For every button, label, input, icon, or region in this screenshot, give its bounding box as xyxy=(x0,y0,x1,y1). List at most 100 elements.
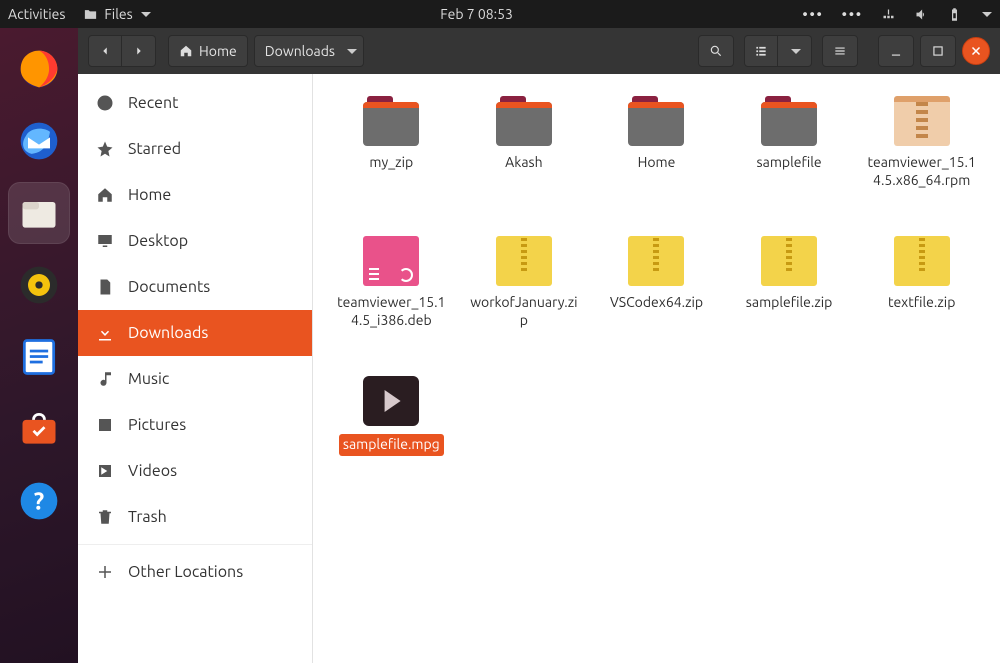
file-item[interactable]: samplefile.mpg xyxy=(325,372,458,512)
sidebar-item-videos[interactable]: Videos xyxy=(78,448,312,494)
pictures-icon xyxy=(96,416,114,434)
file-label: teamviewer_15.14.5_i386.deb xyxy=(336,294,446,329)
sidebar-item-home[interactable]: Home xyxy=(78,172,312,218)
thunderbird-icon xyxy=(17,119,61,163)
nav-back-button[interactable] xyxy=(88,35,122,67)
sidebar-item-music[interactable]: Music xyxy=(78,356,312,402)
sidebar-item-recent[interactable]: Recent xyxy=(78,80,312,126)
file-item[interactable]: workofJanuary.zip xyxy=(458,232,591,372)
system-menu-chevron-icon[interactable] xyxy=(982,12,992,17)
chevron-down-icon xyxy=(791,49,801,54)
path-bar: Home Downloads xyxy=(168,35,364,67)
chevron-right-icon xyxy=(132,44,146,58)
chevron-down-icon xyxy=(141,12,151,17)
file-item[interactable]: samplefile xyxy=(723,92,856,232)
desktop-icon xyxy=(96,232,114,250)
file-item[interactable]: my_zip xyxy=(325,92,458,232)
sidebar-item-label: Music xyxy=(128,370,169,388)
libreoffice-writer-icon xyxy=(17,335,61,379)
window-minimize-button[interactable] xyxy=(878,35,914,67)
appmenu-files[interactable]: Files xyxy=(83,6,150,22)
sidebar-other-locations[interactable]: Other Locations xyxy=(78,549,312,595)
sidebar-item-label: Videos xyxy=(128,462,177,480)
dock-files[interactable] xyxy=(12,186,66,240)
search-icon xyxy=(709,44,723,58)
maximize-icon xyxy=(931,44,945,58)
sidebar-item-trash[interactable]: Trash xyxy=(78,494,312,540)
file-label: workofJanuary.zip xyxy=(469,294,579,329)
gnome-topbar: Activities Files Feb 7 08:53 ••• ••• xyxy=(0,0,1000,28)
file-label: samplefile.zip xyxy=(746,294,833,312)
sidebar-item-label: Pictures xyxy=(128,416,186,434)
folder-icon xyxy=(83,7,98,22)
indicator-menu-2-icon[interactable]: ••• xyxy=(842,6,863,22)
file-label: Akash xyxy=(505,154,542,172)
sidebar-item-label: Starred xyxy=(128,140,181,158)
launcher-dock: ? xyxy=(0,28,78,663)
file-item[interactable]: VSCodex64.zip xyxy=(590,232,723,372)
close-icon xyxy=(970,45,982,57)
sidebar-item-label: Downloads xyxy=(128,324,208,342)
hamburger-button[interactable] xyxy=(822,35,858,67)
ubuntu-software-icon xyxy=(17,407,61,451)
window-maximize-button[interactable] xyxy=(920,35,956,67)
nav-forward-button[interactable] xyxy=(122,35,156,67)
sidebar-item-starred[interactable]: Starred xyxy=(78,126,312,172)
dock-thunderbird[interactable] xyxy=(12,114,66,168)
file-grid[interactable]: my_zipAkashHomesamplefileteamviewer_15.1… xyxy=(313,74,1000,663)
music-icon xyxy=(96,370,114,388)
home-icon xyxy=(179,44,193,58)
dock-software[interactable] xyxy=(12,402,66,456)
dock-firefox[interactable] xyxy=(12,42,66,96)
volume-icon[interactable] xyxy=(914,7,929,22)
activities-button[interactable]: Activities xyxy=(8,6,65,22)
plus-icon xyxy=(96,563,114,581)
sidebar-item-label: Documents xyxy=(128,278,210,296)
list-view-icon xyxy=(754,44,768,58)
sidebar-item-pictures[interactable]: Pictures xyxy=(78,402,312,448)
files-headerbar: Home Downloads xyxy=(78,28,1000,74)
path-downloads[interactable]: Downloads xyxy=(254,35,364,67)
view-options-button[interactable] xyxy=(778,35,812,67)
chevron-down-icon xyxy=(347,49,357,54)
file-label: VSCodex64.zip xyxy=(610,294,703,312)
sidebar-item-label: Trash xyxy=(128,508,167,526)
topbar-clock[interactable]: Feb 7 08:53 xyxy=(151,6,803,22)
search-button[interactable] xyxy=(698,35,734,67)
files-icon xyxy=(17,191,61,235)
battery-icon[interactable] xyxy=(947,7,962,22)
sidebar-item-documents[interactable]: Documents xyxy=(78,264,312,310)
places-sidebar: Recent Starred Home Desktop Documents Downloa… xyxy=(78,74,313,663)
minimize-icon xyxy=(889,44,903,58)
firefox-icon xyxy=(17,47,61,91)
download-icon xyxy=(96,324,114,342)
sidebar-item-desktop[interactable]: Desktop xyxy=(78,218,312,264)
sidebar-item-label: Recent xyxy=(128,94,178,112)
sidebar-item-label: Home xyxy=(128,186,171,204)
file-item[interactable]: Akash xyxy=(458,92,591,232)
sidebar-item-label: Desktop xyxy=(128,232,188,250)
file-item[interactable]: textfile.zip xyxy=(855,232,988,372)
path-home[interactable]: Home xyxy=(168,35,248,67)
dock-rhythmbox[interactable] xyxy=(12,258,66,312)
file-item[interactable]: Home xyxy=(590,92,723,232)
files-window: Home Downloads xyxy=(78,28,1000,663)
dock-help[interactable]: ? xyxy=(12,474,66,528)
sidebar-item-downloads[interactable]: Downloads xyxy=(78,310,312,356)
file-item[interactable]: teamviewer_15.14.5_i386.deb xyxy=(325,232,458,372)
home-icon xyxy=(96,186,114,204)
network-icon[interactable] xyxy=(881,7,896,22)
file-label: textfile.zip xyxy=(888,294,955,312)
hamburger-icon xyxy=(833,44,847,58)
help-icon: ? xyxy=(17,479,61,523)
view-list-button[interactable] xyxy=(744,35,778,67)
window-close-button[interactable] xyxy=(962,37,990,65)
file-item[interactable]: teamviewer_15.14.5.x86_64.rpm xyxy=(855,92,988,232)
svg-text:?: ? xyxy=(34,487,44,514)
file-item[interactable]: samplefile.zip xyxy=(723,232,856,372)
file-label: my_zip xyxy=(369,154,413,172)
trash-icon xyxy=(96,508,114,526)
indicator-menu-1-icon[interactable]: ••• xyxy=(803,6,824,22)
videos-icon xyxy=(96,462,114,480)
dock-writer[interactable] xyxy=(12,330,66,384)
